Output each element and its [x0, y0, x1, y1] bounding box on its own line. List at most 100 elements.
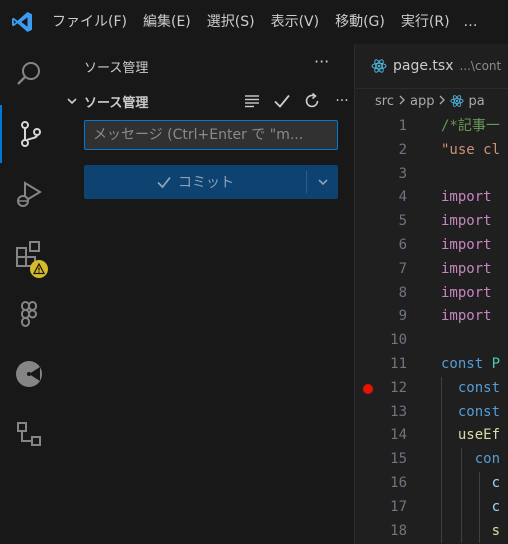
tab-bar: page.tsx ...\cont [355, 44, 508, 89]
activity-run-debug[interactable] [0, 165, 58, 223]
line-number: 4 [398, 189, 407, 206]
line-number: 9 [398, 308, 407, 325]
activity-figma[interactable] [0, 285, 58, 343]
code-line: 11 const P [355, 353, 508, 377]
commit-check-button[interactable] [272, 91, 292, 111]
menu-item-1[interactable]: 編集(E) [135, 0, 199, 44]
code-text: import [441, 234, 492, 258]
react-icon [450, 95, 465, 107]
section-more-button[interactable]: ··· [332, 91, 352, 111]
code-text: /*記事一 [441, 115, 500, 139]
code-line: 5 import [355, 210, 508, 234]
run-debug-icon [17, 181, 42, 207]
line-number: 16 [390, 474, 407, 491]
commit-button-main[interactable]: コミット [84, 165, 306, 199]
code-text: import [441, 186, 492, 210]
code-token: "use cl [441, 141, 501, 158]
indent-guide [461, 448, 462, 544]
activity-extensions[interactable] [0, 225, 58, 283]
code-editor[interactable]: 1 /*記事一 2 "use cl 3 4 import 5 import 6 import 7 imp… [355, 115, 508, 544]
code-token: const [441, 379, 501, 396]
refresh-icon [305, 92, 319, 108]
code-text: "use cl [441, 139, 500, 163]
menu-item-0[interactable]: ファイル(F) [44, 0, 135, 44]
check-icon [274, 94, 290, 108]
code-token: import [441, 260, 492, 277]
code-token: import [441, 236, 492, 253]
code-token: import [441, 308, 492, 325]
code-line: 7 import [355, 258, 508, 282]
refresh-button[interactable] [302, 91, 322, 111]
code-text: useEf [441, 424, 500, 448]
line-number: 18 [390, 522, 407, 539]
section-title: ソース管理 [84, 95, 149, 111]
line-number: 5 [398, 213, 407, 230]
activity-search[interactable] [0, 45, 58, 103]
timeline-icon [16, 361, 42, 387]
chevron-down-icon [64, 93, 80, 109]
code-token: const [441, 403, 501, 420]
list-icon [245, 95, 259, 108]
code-text: c [441, 496, 500, 520]
breadcrumb-src[interactable]: src [375, 94, 394, 109]
menu-item-2[interactable]: 選択(S) [199, 0, 263, 44]
code-token: con [441, 451, 501, 468]
sidebar-more-button[interactable]: ··· [314, 52, 329, 71]
code-line: 2 "use cl [355, 139, 508, 163]
line-number: 12 [390, 379, 407, 396]
section-actions: ··· [242, 90, 352, 112]
warning-badge [30, 260, 48, 278]
menu-item-4[interactable]: 移動(G) [327, 0, 393, 44]
source-control-section-header[interactable]: ソース管理 ··· [64, 90, 354, 112]
line-number: 8 [398, 284, 407, 301]
line-number: 17 [390, 498, 407, 515]
activity-timeline[interactable] [0, 345, 58, 403]
indent-guide [441, 376, 442, 544]
line-number: 13 [390, 403, 407, 420]
code-line: 17 c [355, 496, 508, 520]
source-control-icon [21, 121, 41, 147]
activity-source-control[interactable] [0, 105, 60, 163]
commit-button[interactable]: コミット [84, 165, 338, 199]
code-text: const [441, 401, 500, 425]
code-text: const P [441, 353, 500, 377]
commit-dropdown-button[interactable] [307, 165, 338, 199]
line-number: 1 [398, 118, 407, 134]
view-as-list-button[interactable] [242, 91, 262, 111]
tab-page-tsx[interactable]: page.tsx ...\cont [355, 44, 508, 88]
code-text: import [441, 282, 492, 306]
code-text: const [441, 377, 500, 401]
title-bar: ファイル(F) 編集(E) 選択(S) 表示(V) 移動(G) 実行(R)… [0, 0, 508, 44]
activity-bar [0, 44, 58, 544]
code-line: 16 c [355, 472, 508, 496]
line-number: 7 [398, 260, 407, 277]
breadcrumb-page[interactable]: pa [468, 94, 484, 109]
code-line: 15 con [355, 448, 508, 472]
code-text: import [441, 210, 492, 234]
menu-item-3[interactable]: 表示(V) [263, 0, 328, 44]
menu-item-5[interactable]: 実行(R) [393, 0, 458, 44]
react-icon [371, 59, 387, 73]
code-line: 18 s [355, 520, 508, 544]
sidebar-title: ソース管理 [84, 61, 149, 76]
code-line: 8 import [355, 282, 508, 306]
source-control-sidebar: ソース管理 ··· ソース管理 ··· コミット [58, 44, 355, 544]
code-line: 6 import [355, 234, 508, 258]
line-number: 15 [390, 451, 407, 468]
indent-guide [479, 472, 480, 544]
line-number: 10 [390, 332, 407, 349]
activity-remote-explorer[interactable] [0, 405, 58, 463]
warning-icon [33, 263, 45, 275]
code-line: 4 import [355, 186, 508, 210]
vscode-logo-icon [12, 12, 32, 32]
breadcrumb-app[interactable]: app [410, 94, 434, 109]
code-text: s [441, 520, 500, 544]
line-number: 11 [390, 355, 407, 372]
code-text: con [441, 448, 500, 472]
code-line: 9 import [355, 305, 508, 329]
code-line: 12 const [355, 377, 508, 401]
commit-message-input[interactable] [84, 120, 338, 150]
menu-more-button[interactable]: … [458, 0, 484, 44]
code-line: 10 [355, 329, 508, 353]
figma-icon [21, 301, 37, 327]
